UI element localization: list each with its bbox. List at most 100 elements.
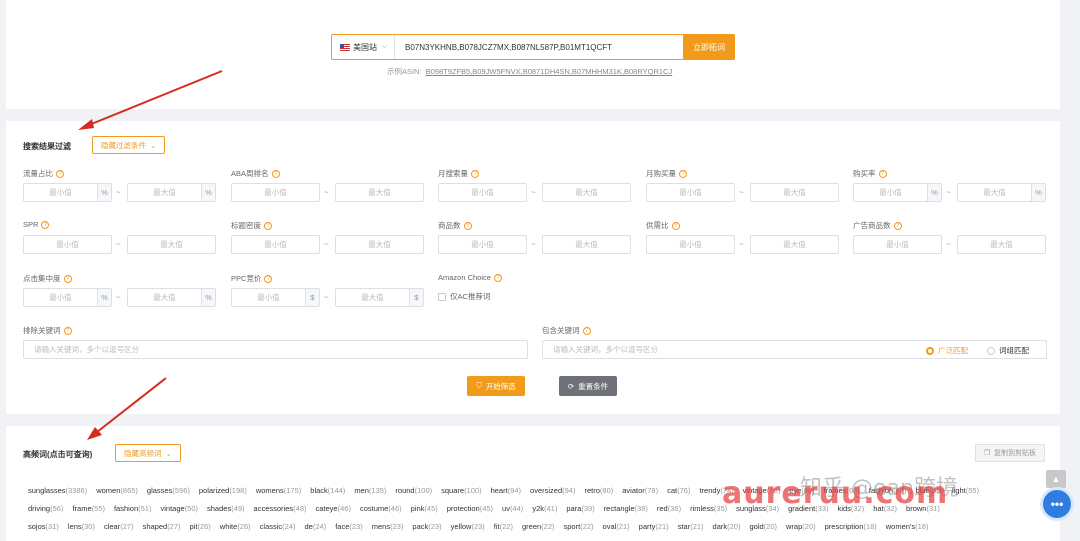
- freq-word[interactable]: square(100): [441, 486, 481, 495]
- help-icon[interactable]: ?: [471, 169, 479, 178]
- freq-word[interactable]: frame(55): [72, 504, 105, 513]
- freq-word[interactable]: costume(46): [360, 504, 402, 513]
- freq-word[interactable]: wrap(20): [786, 522, 816, 531]
- exclude-keywords-input[interactable]: 请输入关键词，多个以逗号区分: [23, 340, 528, 359]
- freq-word[interactable]: sojos(31): [28, 522, 59, 531]
- freq-word[interactable]: women(865): [96, 486, 138, 495]
- ad-products-max-input[interactable]: 最大值: [957, 235, 1046, 254]
- freq-word[interactable]: fit(22): [494, 522, 513, 531]
- spr-min-input[interactable]: 最小值: [23, 235, 112, 254]
- help-icon[interactable]: ?: [679, 169, 687, 178]
- freq-word[interactable]: lens(30): [68, 522, 95, 531]
- freq-word[interactable]: gold(20): [749, 522, 777, 531]
- freq-word[interactable]: prescription(18): [825, 522, 877, 531]
- help-icon[interactable]: ?: [56, 169, 64, 178]
- freq-word[interactable]: rectangle(38): [604, 504, 648, 513]
- supply-ratio-max-input[interactable]: 最大值: [750, 235, 839, 254]
- freq-word[interactable]: star(21): [678, 522, 704, 531]
- freq-word[interactable]: aviator(78): [622, 486, 658, 495]
- help-icon[interactable]: ?: [63, 274, 72, 283]
- scroll-top-button[interactable]: ▲: [1046, 470, 1066, 488]
- freq-word[interactable]: white(26): [220, 522, 251, 531]
- click-conc-max-input[interactable]: 最大值%: [127, 288, 216, 307]
- ac-only-checkbox[interactable]: 仅AC推荐词: [438, 291, 490, 302]
- freq-word[interactable]: uv(44): [502, 504, 523, 513]
- freq-word[interactable]: classic(24): [260, 522, 296, 531]
- freq-word[interactable]: men(135): [354, 486, 386, 495]
- freq-word[interactable]: oval(21): [603, 522, 630, 531]
- include-keywords-input[interactable]: 请输入关键词，多个以逗号区分: [542, 340, 1047, 359]
- purchase-rate-max-input[interactable]: 最大值%: [957, 183, 1046, 202]
- product-count-min-input[interactable]: 最小值: [438, 235, 527, 254]
- freq-word[interactable]: vintage(50): [160, 504, 198, 513]
- freq-word[interactable]: y2k(41): [532, 504, 557, 513]
- help-icon[interactable]: ?: [41, 220, 50, 229]
- freq-word[interactable]: shades(49): [207, 504, 245, 513]
- help-icon[interactable]: ?: [493, 273, 502, 282]
- freq-word[interactable]: cateye(46): [316, 504, 351, 513]
- freq-word[interactable]: oversized(94): [530, 486, 575, 495]
- help-icon[interactable]: ?: [893, 221, 902, 230]
- example-asin-link[interactable]: B098T9ZFB5,B09JW5FNVX,B0871DH4SN,B07MHHM…: [426, 67, 673, 76]
- freq-word[interactable]: black(144): [310, 486, 345, 495]
- site-select[interactable]: 美国站 ⌵: [332, 42, 394, 53]
- reset-button[interactable]: ⟳ 重置条件: [559, 376, 617, 396]
- freq-word[interactable]: dark(20): [713, 522, 741, 531]
- help-icon[interactable]: ?: [671, 221, 680, 230]
- help-icon[interactable]: ?: [63, 326, 72, 335]
- title-density-min-input[interactable]: 最小值: [231, 235, 320, 254]
- freq-word[interactable]: pit(26): [190, 522, 211, 531]
- freq-word[interactable]: sunglasses(3386): [28, 486, 87, 495]
- freq-word[interactable]: green(22): [522, 522, 555, 531]
- freq-word[interactable]: pink(45): [411, 504, 438, 513]
- spr-max-input[interactable]: 最大值: [127, 235, 216, 254]
- supply-ratio-min-input[interactable]: 最小值: [646, 235, 735, 254]
- asin-input[interactable]: [394, 35, 683, 59]
- monthly-purchase-min-input[interactable]: 最小值: [646, 183, 735, 202]
- freq-word[interactable]: polarized(198): [199, 486, 247, 495]
- click-conc-min-input[interactable]: 最小值%: [23, 288, 112, 307]
- monthly-search-max-input[interactable]: 最大值: [542, 183, 631, 202]
- ad-products-min-input[interactable]: 最小值: [853, 235, 942, 254]
- match-broad-radio[interactable]: 广泛匹配: [926, 345, 968, 356]
- help-icon[interactable]: ?: [878, 169, 887, 178]
- expand-keywords-button[interactable]: 立即拓词: [683, 34, 735, 60]
- freq-word[interactable]: retro(80): [584, 486, 613, 495]
- traffic-max-input[interactable]: 最大值%: [127, 183, 216, 202]
- copy-clipboard-button[interactable]: ❐ 复制到剪贴板: [974, 444, 1045, 462]
- aba-min-input[interactable]: 最小值: [231, 183, 320, 202]
- purchase-rate-min-input[interactable]: 最小值%: [853, 183, 942, 202]
- traffic-min-input[interactable]: 最小值%: [23, 183, 112, 202]
- title-density-max-input[interactable]: 最大值: [335, 235, 424, 254]
- freq-word[interactable]: fashion(51): [114, 504, 152, 513]
- monthly-purchase-max-input[interactable]: 最大值: [750, 183, 839, 202]
- help-icon[interactable]: ?: [463, 221, 472, 230]
- help-icon[interactable]: ?: [264, 221, 272, 230]
- freq-word[interactable]: protection(45): [447, 504, 493, 513]
- chat-button[interactable]: •••: [1040, 487, 1074, 521]
- hide-filters-button[interactable]: 隐藏过滤条件 ⌄: [92, 136, 166, 154]
- freq-word[interactable]: para(39): [566, 504, 594, 513]
- freq-word[interactable]: mens(23): [372, 522, 404, 531]
- freq-word[interactable]: accessories(48): [254, 504, 307, 513]
- match-phrase-radio[interactable]: 词组匹配: [987, 345, 1029, 356]
- freq-word[interactable]: shaped(27): [143, 522, 181, 531]
- freq-word[interactable]: cat(76): [667, 486, 690, 495]
- freq-word[interactable]: heart(94): [491, 486, 521, 495]
- freq-word[interactable]: womens(175): [256, 486, 301, 495]
- freq-word[interactable]: clear(27): [104, 522, 134, 531]
- freq-word[interactable]: driving(56): [28, 504, 63, 513]
- product-count-max-input[interactable]: 最大值: [542, 235, 631, 254]
- help-icon[interactable]: ?: [582, 326, 591, 335]
- freq-word[interactable]: round(100): [395, 486, 432, 495]
- freq-word[interactable]: yellow(23): [451, 522, 485, 531]
- ppc-min-input[interactable]: 最小值 $: [231, 288, 320, 307]
- freq-word[interactable]: red(36): [657, 504, 681, 513]
- help-icon[interactable]: ?: [271, 169, 280, 178]
- hide-freq-button[interactable]: 隐藏高频词 ⌄: [115, 444, 181, 462]
- start-filter-button[interactable]: ⛉ 开始筛选: [467, 376, 525, 396]
- help-icon[interactable]: ?: [264, 274, 273, 283]
- freq-word[interactable]: party(21): [639, 522, 669, 531]
- freq-word[interactable]: face(23): [335, 522, 363, 531]
- freq-word[interactable]: glasses(596): [147, 486, 190, 495]
